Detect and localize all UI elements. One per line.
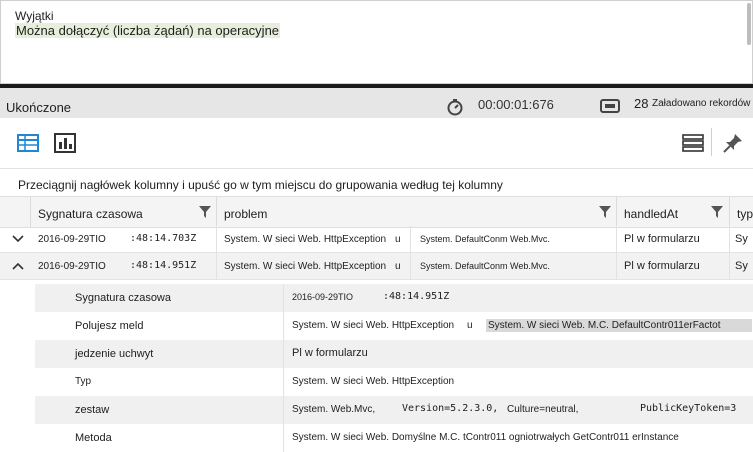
detail-value: System. W sieci Web. HttpException [292, 320, 455, 331]
detail-value-u: u [467, 320, 473, 331]
detail-value: 2016-09-29TIO [292, 292, 354, 302]
records-label: Załadowano rekordów [652, 98, 751, 109]
table-icon[interactable] [17, 132, 39, 154]
cell-type: Sy [735, 260, 748, 272]
cell-problem: System. W sieci Web. HttpException [224, 234, 387, 245]
detail-row: Polujesz meld System. W sieci Web. HttpE… [35, 312, 753, 340]
column-header-problem[interactable]: problem [216, 197, 616, 227]
records-count: 28 [634, 96, 649, 111]
detail-value: System. W sieci Web. HttpException [292, 376, 455, 387]
detail-value-time: :48:14.951Z [383, 291, 450, 302]
columns-icon[interactable] [682, 132, 704, 154]
detail-row: zestaw System. Web.Mvc, Version=5.2.3.0,… [35, 396, 753, 424]
query-editor[interactable]: Wyjątki Można dołączyć (liczba żądań) na… [0, 0, 753, 84]
cell-time: :48:14.951Z [130, 260, 197, 271]
column-header-handledat[interactable]: handledAt [616, 197, 729, 227]
detail-value-culture: Culture=neutral, [507, 404, 579, 415]
detail-label: Metoda [75, 432, 112, 444]
cell-date: 2016-09-29TIO [38, 261, 106, 272]
cell-handledat: Pl w formularzu [624, 233, 700, 245]
column-header-timestamp[interactable]: Sygnatura czasowa [30, 197, 216, 227]
detail-value: Pl w formularzu [292, 347, 368, 359]
cell-problem: System. W sieci Web. HttpException [224, 261, 387, 272]
column-header-label: problem [224, 207, 268, 221]
cell-type: Sy [735, 233, 748, 245]
detail-value-selected[interactable]: System. W sieci Web. M.C. DefaultContr01… [486, 319, 752, 332]
cell-problem-u: u [395, 261, 401, 272]
query-status: Ukończone [6, 100, 72, 115]
cell-handledat: Pl w formularzu [624, 260, 700, 272]
query-line-1[interactable]: Wyjątki [15, 9, 54, 23]
grid-header: Sygnatura czasowa problem handledAt typ [0, 196, 753, 228]
column-header-type[interactable]: typ [729, 197, 753, 227]
cell-problem-detail: System. DefaultConm Web.Mvc. [420, 234, 550, 244]
cell-date: 2016-09-29TIO [38, 234, 106, 245]
pin-icon[interactable] [722, 132, 744, 154]
table-row[interactable]: 2016-09-29TIO :48:14.951Z System. W siec… [0, 253, 753, 280]
filter-icon[interactable] [599, 206, 611, 218]
detail-row: Typ System. W sieci Web. HttpException [35, 368, 753, 396]
editor-scrollbar[interactable] [747, 3, 751, 45]
toolbar-divider [711, 128, 712, 156]
chevron-up-icon[interactable] [11, 259, 25, 273]
cell-time: :48:14.703Z [130, 233, 197, 244]
detail-value: System. W sieci Web. Domyślne M.C. tCont… [292, 432, 679, 443]
cell-problem-u: u [395, 234, 401, 245]
detail-row: Metoda System. W sieci Web. Domyślne M.C… [35, 424, 753, 452]
results-toolbar [0, 118, 753, 168]
detail-label: jedzenie uchwyt [75, 348, 154, 360]
detail-row: jedzenie uchwyt Pl w formularzu [35, 340, 753, 368]
chart-icon[interactable] [54, 132, 76, 154]
group-by-hint: Przeciągnij nagłówek kolumny i upuść go … [18, 178, 503, 192]
column-header-label: Sygnatura czasowa [38, 207, 143, 221]
detail-label: zestaw [75, 404, 110, 416]
column-header-label: typ [737, 207, 753, 221]
stopwatch-icon [447, 99, 463, 116]
detail-value: System. Web.Mvc, [292, 404, 376, 415]
cell-problem-detail: System. DefaultConm Web.Mvc. [420, 261, 550, 271]
filter-icon[interactable] [711, 206, 723, 218]
status-bar: Ukończone 00:00:01:676 28 Załadowano rek… [0, 88, 753, 118]
column-header-label: handledAt [624, 207, 679, 221]
table-row[interactable]: 2016-09-29TIO :48:14.703Z System. W siec… [0, 226, 753, 253]
query-line-2[interactable]: Można dołączyć (liczba żądań) na operacy… [15, 23, 281, 38]
records-icon [600, 99, 620, 113]
detail-label: Typ [75, 376, 92, 387]
detail-label: Sygnatura czasowa [75, 292, 171, 304]
group-by-area[interactable]: Przeciągnij nagłówek kolumny i upuść go … [0, 168, 753, 197]
detail-value-version: Version=5.2.3.0, [402, 403, 499, 414]
detail-row: Sygnatura czasowa 2016-09-29TIO :48:14.9… [35, 284, 753, 312]
filter-icon[interactable] [199, 206, 211, 218]
detail-value-token: PublicKeyToken=3 [640, 403, 737, 414]
detail-label: Polujesz meld [75, 320, 144, 332]
elapsed-time: 00:00:01:676 [478, 97, 554, 112]
chevron-down-icon[interactable] [11, 232, 25, 246]
